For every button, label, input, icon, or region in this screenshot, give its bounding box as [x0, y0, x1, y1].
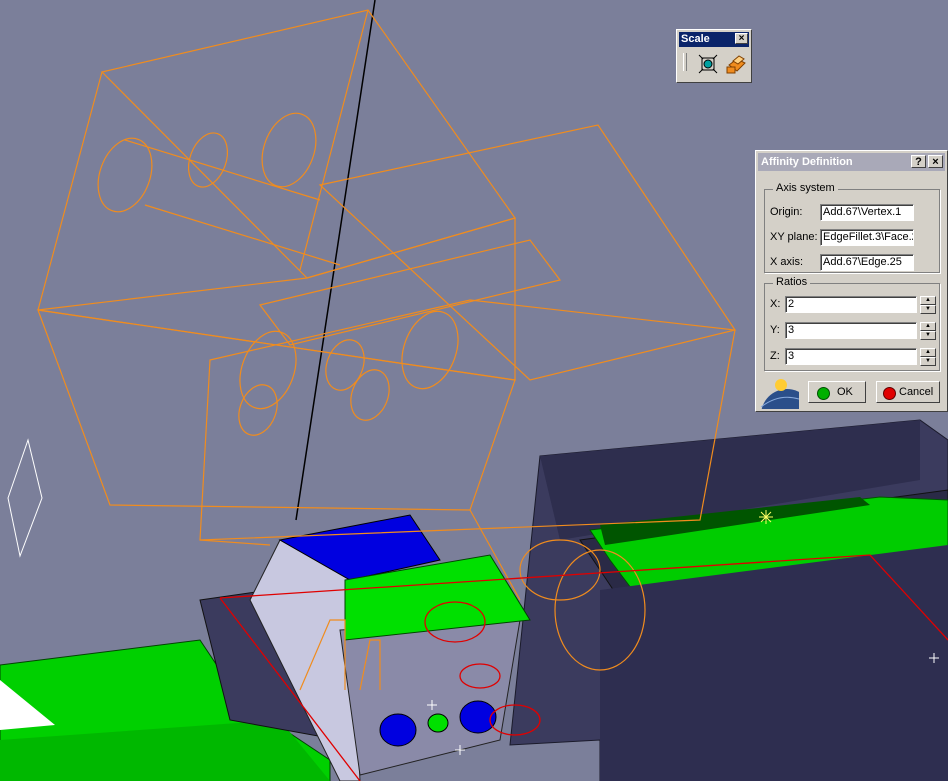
help-button[interactable]: ?: [911, 155, 926, 168]
ratio-x-spinner[interactable]: ▲ ▼: [920, 296, 936, 314]
x-axis-label: X axis:: [770, 256, 804, 268]
xy-plane-field[interactable]: EdgeFillet.3\Face.2: [820, 229, 914, 246]
ratio-x-row: X: 2 ▲ ▼: [770, 296, 936, 314]
cancel-icon: [883, 387, 896, 400]
scale-toolbar: Scale ×: [676, 29, 752, 83]
ratios-group: Ratios X: 2 ▲ ▼ Y: 3 ▲ ▼ Z: 3 ▲ ▼: [764, 276, 940, 371]
x-axis-row: X axis: Add.67\Edge.25: [770, 254, 936, 272]
ratio-z-spinner[interactable]: ▲ ▼: [920, 348, 936, 366]
ok-icon: [817, 387, 830, 400]
origin-field[interactable]: Add.67\Vertex.1: [820, 204, 914, 221]
cancel-label: Cancel: [899, 386, 934, 398]
toolbar-grip[interactable]: [683, 53, 687, 71]
spin-down-icon[interactable]: ▼: [920, 305, 936, 314]
dialog-title: Affinity Definition: [761, 156, 853, 168]
xy-plane-row: XY plane: EdgeFillet.3\Face.2: [770, 229, 936, 247]
spin-up-icon[interactable]: ▲: [920, 296, 936, 305]
scale-icon: [698, 54, 718, 74]
axis-origin-marker: [759, 510, 773, 524]
toolbar-close-button[interactable]: ×: [735, 33, 748, 44]
xy-plane-label: XY plane:: [770, 231, 818, 243]
diamond-marker: [7, 438, 43, 558]
ratio-x-field[interactable]: 2: [785, 296, 917, 313]
origin-row: Origin: Add.67\Vertex.1: [770, 204, 936, 222]
axis-line: [295, 0, 376, 521]
ratio-z-label: Z:: [770, 350, 780, 362]
dialog-title-bar[interactable]: Affinity Definition ? ×: [758, 153, 945, 171]
spin-up-icon[interactable]: ▲: [920, 348, 936, 357]
ratio-z-field[interactable]: 3: [785, 348, 917, 365]
dialog-close-button[interactable]: ×: [928, 155, 943, 168]
x-axis-field[interactable]: Add.67\Edge.25: [820, 254, 914, 271]
ratio-x-label: X:: [770, 298, 781, 310]
affinity-icon: [726, 55, 746, 74]
ratio-z-row: Z: 3 ▲ ▼: [770, 348, 936, 366]
toolbar-title: Scale: [681, 33, 710, 45]
axis-system-label: Axis system: [773, 182, 838, 194]
spin-down-icon[interactable]: ▼: [920, 357, 936, 366]
axis-system-group: Axis system Origin: Add.67\Vertex.1 XY p…: [764, 182, 940, 273]
dark-housing: [509, 419, 948, 781]
ratios-label: Ratios: [773, 276, 811, 288]
ok-button[interactable]: OK: [808, 381, 866, 403]
spin-down-icon[interactable]: ▼: [920, 331, 936, 340]
affinity-button[interactable]: [725, 53, 747, 75]
toolbar-title-bar[interactable]: Scale ×: [679, 32, 749, 47]
ratio-y-label: Y:: [770, 324, 780, 336]
origin-label: Origin:: [770, 206, 803, 218]
cancel-button[interactable]: Cancel: [876, 381, 940, 403]
globe-icon: [760, 379, 799, 409]
ok-label: OK: [837, 386, 853, 398]
ratio-y-field[interactable]: 3: [785, 322, 917, 339]
spin-up-icon[interactable]: ▲: [920, 322, 936, 331]
affinity-dialog: Affinity Definition ? × Axis system Orig…: [755, 150, 948, 412]
ratio-y-row: Y: 3 ▲ ▼: [770, 322, 936, 340]
scale-button[interactable]: [697, 53, 719, 75]
ratio-y-spinner[interactable]: ▲ ▼: [920, 322, 936, 340]
